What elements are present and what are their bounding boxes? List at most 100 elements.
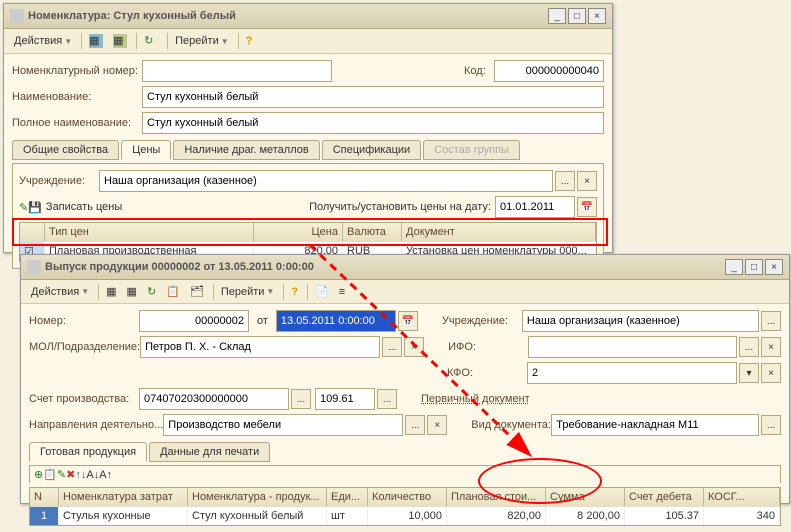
clear-button[interactable]: ×: [761, 337, 781, 357]
tabs: Общие свойства Цены Наличие драг. металл…: [12, 140, 604, 160]
minimize-button[interactable]: _: [725, 259, 743, 275]
col-doc[interactable]: Документ: [402, 223, 596, 241]
help-icon[interactable]: ?: [287, 284, 302, 300]
toolbar-2: Действия▼ ▦ ▦ ↻ 📋 🗂 Перейти▼ ? 📄 ≡: [21, 280, 789, 304]
toolbar-icon-1[interactable]: ▦: [85, 32, 107, 50]
col-n[interactable]: N: [30, 488, 59, 506]
select-button[interactable]: ...: [761, 311, 781, 331]
clear-button[interactable]: ×: [404, 337, 424, 357]
tab-specs[interactable]: Спецификации: [322, 140, 421, 160]
goto-menu[interactable]: Перейти▼: [171, 33, 233, 49]
goto-menu[interactable]: Перейти▼: [217, 284, 279, 300]
vid-input[interactable]: [551, 414, 759, 436]
select-button[interactable]: ...: [739, 337, 759, 357]
app-icon: [27, 260, 41, 274]
date-input[interactable]: [276, 310, 396, 332]
acct2-input[interactable]: [315, 388, 375, 410]
toolbar-icon-2[interactable]: ▦: [109, 32, 131, 50]
product-row[interactable]: 1 Стулья кухонные Стул кухонный белый шт…: [30, 506, 780, 525]
actions-menu[interactable]: Действия▼: [27, 284, 93, 300]
actions-menu[interactable]: Действия▼: [10, 33, 76, 49]
window-title: Номенклатура: Стул кухонный белый: [28, 10, 546, 22]
label-code: Код:: [464, 65, 494, 77]
toolbar-icon[interactable]: 📄: [311, 283, 333, 300]
calendar-icon[interactable]: 📅: [577, 197, 597, 217]
org-input[interactable]: [522, 310, 759, 332]
close-button[interactable]: ×: [765, 259, 783, 275]
col-kosg[interactable]: КОСГ...: [704, 488, 780, 506]
select-button[interactable]: ...: [377, 389, 397, 409]
toolbar-icon[interactable]: ≡: [335, 284, 349, 300]
col-np[interactable]: Номенклатура - продук...: [188, 488, 327, 506]
delete-row-icon[interactable]: ✖: [66, 468, 75, 481]
help-icon[interactable]: ?: [242, 33, 257, 49]
toolbar-icon[interactable]: ▦: [102, 283, 120, 300]
primary-doc-link[interactable]: Первичный документ: [421, 393, 530, 405]
calendar-icon[interactable]: 📅: [398, 311, 418, 331]
col-type[interactable]: Тип цен: [45, 223, 254, 241]
col-nz[interactable]: Номенклатура затрат: [59, 488, 188, 506]
col-sum[interactable]: Сумма: [546, 488, 625, 506]
acct1-input[interactable]: [139, 388, 289, 410]
toolbar-icon-3[interactable]: ↻: [140, 32, 162, 50]
name-input[interactable]: [142, 86, 604, 108]
tab-prices[interactable]: Цены: [121, 140, 171, 160]
ifo-input[interactable]: [528, 336, 737, 358]
clear-button[interactable]: ×: [427, 415, 447, 435]
sort-desc-icon[interactable]: А↑: [99, 469, 112, 481]
refresh-icon[interactable]: ↻: [143, 283, 160, 300]
col-price[interactable]: Цена: [254, 223, 343, 241]
select-button[interactable]: ...: [382, 337, 402, 357]
kfo-input[interactable]: [527, 362, 737, 384]
col-qty[interactable]: Количество: [368, 488, 447, 506]
tab-group: Состав группы: [423, 140, 520, 160]
label-vid: Вид документа:: [471, 419, 551, 431]
maximize-button[interactable]: □: [745, 259, 763, 275]
label-getset: Получить/установить цены на дату:: [309, 201, 491, 213]
sort-asc-icon[interactable]: A↓: [86, 469, 99, 481]
toolbar-icon[interactable]: ▦: [123, 283, 141, 300]
tab-print[interactable]: Данные для печати: [149, 442, 270, 462]
tab-products[interactable]: Готовая продукция: [29, 442, 147, 462]
products-grid: N Номенклатура затрат Номенклатура - про…: [29, 487, 781, 526]
fullname-input[interactable]: [142, 112, 604, 134]
save-icon[interactable]: 💾: [28, 201, 42, 214]
toolbar-icon[interactable]: 📋: [162, 283, 184, 300]
col-currency[interactable]: Валюта: [343, 223, 402, 241]
select-button[interactable]: ...: [761, 415, 781, 435]
mol-input[interactable]: [140, 336, 380, 358]
tab-metals[interactable]: Наличие драг. металлов: [173, 140, 319, 160]
label-num: Номер:: [29, 315, 139, 327]
org-clear-button[interactable]: ×: [577, 171, 597, 191]
org-select-button[interactable]: ...: [555, 171, 575, 191]
org-input[interactable]: [99, 170, 553, 192]
add-row-icon[interactable]: ⊕: [34, 468, 43, 481]
window-title-2: Выпуск продукции 00000002 от 13.05.2011 …: [45, 261, 723, 273]
select-button[interactable]: ...: [291, 389, 311, 409]
toolbar-icon[interactable]: 🗂: [186, 283, 208, 300]
dropdown-button[interactable]: ▾: [739, 363, 759, 383]
label-nomnum: Номенклатурный номер:: [12, 65, 142, 77]
label-name: Наименование:: [12, 91, 142, 103]
col-plan[interactable]: Плановая стои...: [447, 488, 546, 506]
edit-icon[interactable]: ✎: [19, 201, 28, 214]
dir-input[interactable]: [163, 414, 403, 436]
tab-general[interactable]: Общие свойства: [12, 140, 119, 160]
minimize-button[interactable]: _: [548, 8, 566, 24]
app-icon: [10, 9, 24, 23]
col-ed[interactable]: Еди...: [327, 488, 368, 506]
copy-row-icon[interactable]: 📋: [43, 468, 57, 481]
num-input[interactable]: [139, 310, 249, 332]
toolbar: Действия▼ ▦ ▦ ↻ Перейти▼ ?: [4, 29, 612, 54]
nomnum-input[interactable]: [142, 60, 332, 82]
maximize-button[interactable]: □: [568, 8, 586, 24]
col-deb[interactable]: Счет дебета: [625, 488, 704, 506]
titlebar-output: Выпуск продукции 00000002 от 13.05.2011 …: [21, 255, 789, 280]
close-button[interactable]: ×: [588, 8, 606, 24]
select-button[interactable]: ...: [405, 415, 425, 435]
clear-button[interactable]: ×: [761, 363, 781, 383]
code-input[interactable]: [494, 60, 604, 82]
edit-row-icon[interactable]: ✎: [57, 468, 66, 481]
date-input[interactable]: [495, 196, 575, 218]
write-prices-link[interactable]: Записать цены: [46, 201, 122, 213]
